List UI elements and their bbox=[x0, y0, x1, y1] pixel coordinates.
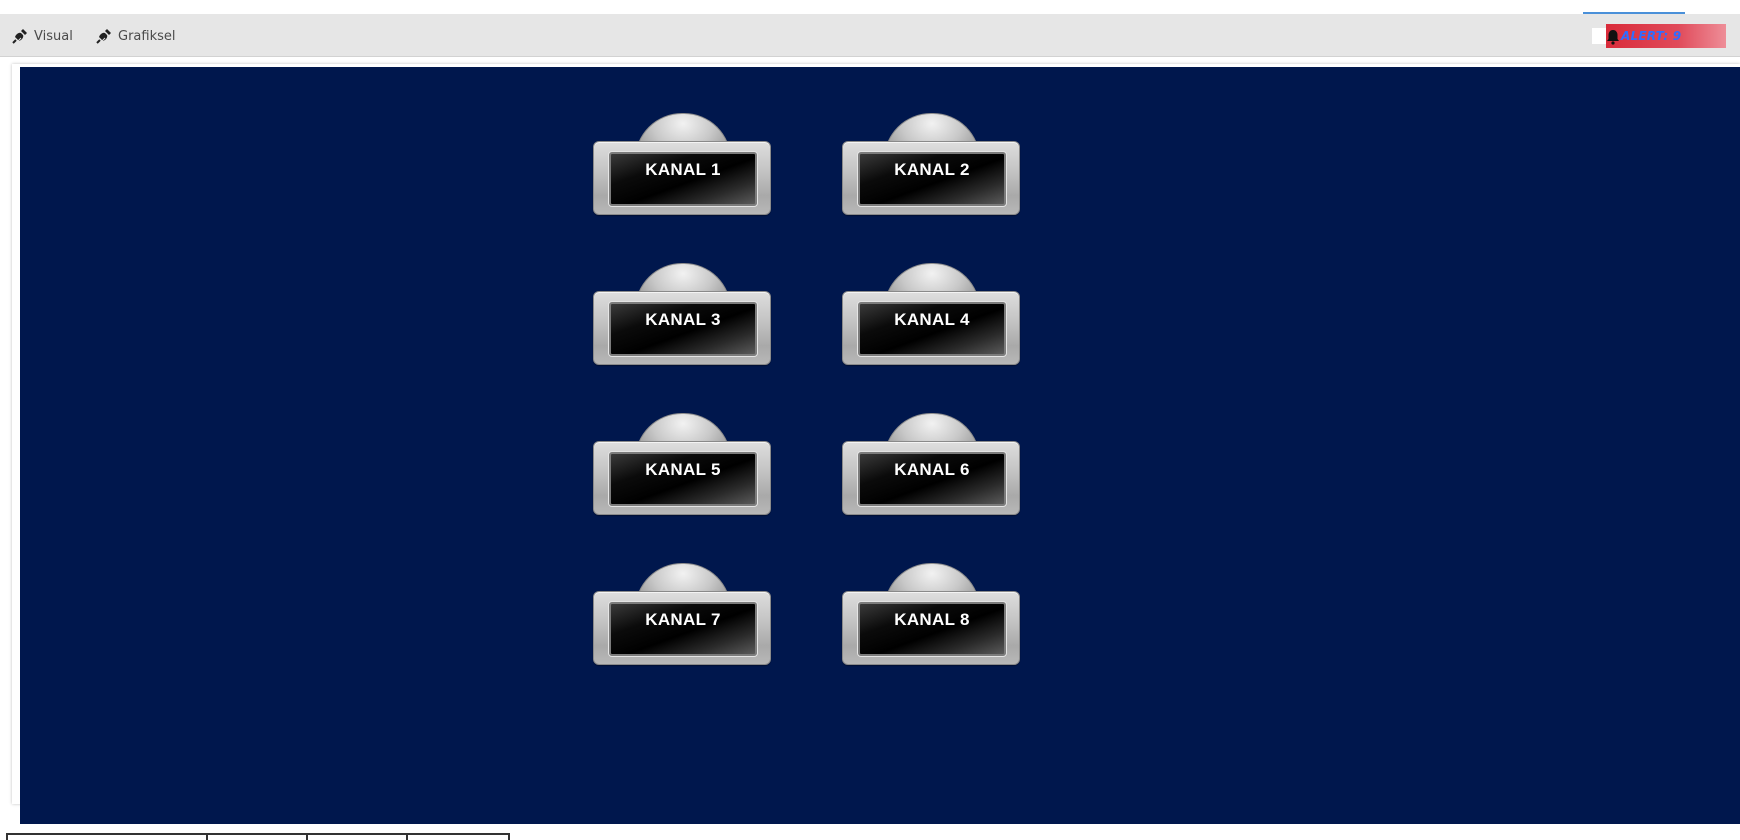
plug-icon bbox=[12, 29, 27, 44]
window-top-strip bbox=[0, 0, 1740, 14]
channel-panel: KANAL 1 KANAL 2 KANAL 3 KANAL 4 KANAL 5 … bbox=[20, 67, 1740, 824]
channel-screen: KANAL 3 bbox=[609, 302, 757, 356]
channel-button-5[interactable]: KANAL 5 bbox=[593, 413, 771, 517]
channel-plate: KANAL 1 bbox=[593, 141, 771, 215]
channel-label: KANAL 8 bbox=[894, 610, 970, 629]
channel-label: KANAL 1 bbox=[645, 160, 721, 179]
channel-plate: KANAL 3 bbox=[593, 291, 771, 365]
channel-plate: KANAL 8 bbox=[842, 591, 1020, 665]
channel-label: KANAL 4 bbox=[894, 310, 970, 329]
channel-screen: KANAL 1 bbox=[609, 152, 757, 206]
channel-label: KANAL 5 bbox=[645, 460, 721, 479]
channel-label: KANAL 6 bbox=[894, 460, 970, 479]
grafiksel-button[interactable]: Grafiksel bbox=[96, 27, 175, 45]
channel-label: KANAL 2 bbox=[894, 160, 970, 179]
bell-icon bbox=[1607, 30, 1619, 45]
plug-icon bbox=[96, 29, 111, 44]
visual-button[interactable]: Visual bbox=[12, 27, 73, 45]
channel-label: KANAL 3 bbox=[645, 310, 721, 329]
toolbar: Visual Grafiksel bbox=[0, 14, 1740, 57]
channel-button-2[interactable]: KANAL 2 bbox=[842, 113, 1020, 217]
channel-screen: KANAL 2 bbox=[858, 152, 1006, 206]
channel-button-6[interactable]: KANAL 6 bbox=[842, 413, 1020, 517]
channel-button-3[interactable]: KANAL 3 bbox=[593, 263, 771, 367]
alert-count-text[interactable]: ALERT: 9 bbox=[1621, 29, 1681, 43]
channel-label: KANAL 7 bbox=[645, 610, 721, 629]
channel-screen: KANAL 7 bbox=[609, 602, 757, 656]
channel-screen: KANAL 4 bbox=[858, 302, 1006, 356]
channel-plate: KANAL 5 bbox=[593, 441, 771, 515]
bottom-table-header bbox=[6, 833, 510, 840]
channel-screen: KANAL 8 bbox=[858, 602, 1006, 656]
channel-plate: KANAL 6 bbox=[842, 441, 1020, 515]
channel-button-1[interactable]: KANAL 1 bbox=[593, 113, 771, 217]
channel-button-7[interactable]: KANAL 7 bbox=[593, 563, 771, 667]
channel-screen: KANAL 5 bbox=[609, 452, 757, 506]
channel-plate: KANAL 2 bbox=[842, 141, 1020, 215]
channel-button-4[interactable]: KANAL 4 bbox=[842, 263, 1020, 367]
channel-screen: KANAL 6 bbox=[858, 452, 1006, 506]
channel-button-8[interactable]: KANAL 8 bbox=[842, 563, 1020, 667]
channel-plate: KANAL 7 bbox=[593, 591, 771, 665]
grafiksel-label: Grafiksel bbox=[118, 28, 176, 44]
channel-plate: KANAL 4 bbox=[842, 291, 1020, 365]
visual-label: Visual bbox=[34, 28, 73, 44]
